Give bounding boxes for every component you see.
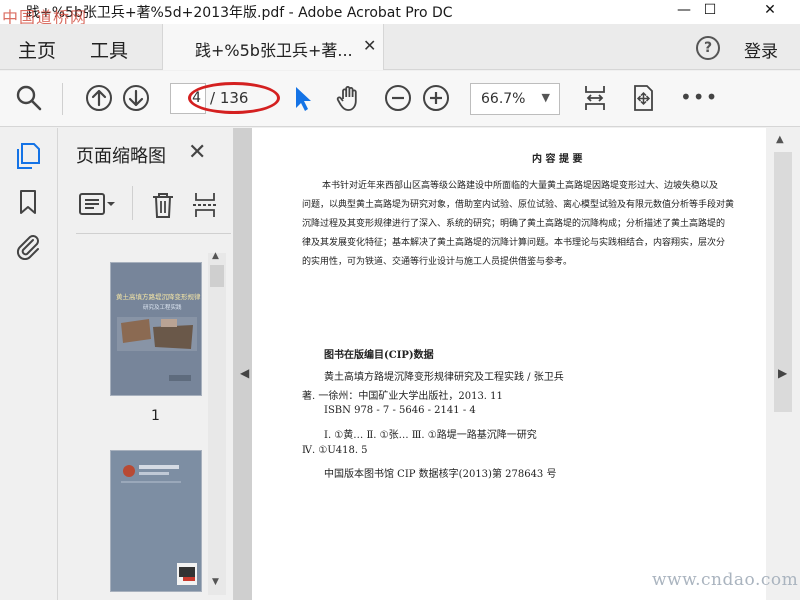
scroll-mode-icon[interactable]: [580, 83, 610, 113]
zoom-select[interactable]: 66.7% ▼: [470, 83, 560, 115]
document-viewer: ◀ 内 容 提 要 本书针对近年来西部山区高等级公路建设中所面临的大量黄土高路堤…: [234, 128, 800, 600]
scroll-down-arrow[interactable]: ▼: [212, 577, 219, 587]
page-thumbnail-2[interactable]: [110, 450, 202, 592]
panel-title: 页面缩略图: [76, 146, 166, 167]
trash-icon[interactable]: [148, 190, 178, 220]
more-tools-button[interactable]: •••: [680, 85, 718, 109]
zoom-in-icon[interactable]: [421, 83, 451, 113]
help-button[interactable]: ?: [696, 36, 720, 60]
tab-document[interactable]: 践+%5b张卫兵+著... ✕: [162, 24, 384, 70]
collapse-left-arrow[interactable]: ◀: [240, 366, 249, 380]
summary-line: 问题，以典型黄土高路堤为研究对象，借助室内试验、原位试验、离心模型试验及有限元数…: [302, 200, 735, 210]
next-page-icon[interactable]: [121, 83, 151, 113]
page-count-highlight: [188, 82, 280, 114]
close-window-button[interactable]: ✕: [750, 0, 790, 24]
select-cursor-icon[interactable]: [288, 83, 318, 113]
panel-toolbar-divider: [76, 233, 231, 234]
scrollbar-thumb[interactable]: [210, 265, 224, 287]
thumbnail-cover-subtitle: 研究及工程实践: [143, 305, 182, 311]
window-title: 践+%5b张卫兵+著%5d+2013年版.pdf - Adobe Acrobat…: [26, 5, 453, 21]
summary-line: 的实用性，可为铁道、交通等行业设计与施工人员提供借鉴与参考。: [302, 257, 573, 267]
prev-page-icon[interactable]: [84, 83, 114, 113]
close-panel-button[interactable]: ✕: [188, 140, 206, 165]
toolbar-divider: [62, 83, 63, 115]
fit-page-icon[interactable]: [628, 83, 658, 113]
login-link[interactable]: 登录: [744, 37, 778, 62]
title-bar: 践+%5b张卫兵+著%5d+2013年版.pdf - Adobe Acrobat…: [0, 0, 800, 24]
panel-divider: [132, 186, 133, 220]
cip-line: Ⅳ. ①U418. 5: [302, 445, 368, 456]
toolbar: 4 / 136 66.7% ▼ •••: [0, 71, 800, 127]
summary-line: 本书针对近年来西部山区高等级公路建设中所面临的大量黄土高路堤因路堤变形过大、边坡…: [322, 181, 719, 191]
attachment-icon[interactable]: [14, 232, 42, 260]
left-rail: [0, 128, 58, 600]
thumbnail-scrollbar[interactable]: ▲ ▼: [208, 251, 226, 595]
page-thumbnail-1[interactable]: 黄土高填方路堤沉降变形规律 研究及工程实践: [110, 262, 202, 396]
insert-page-icon[interactable]: [190, 190, 220, 220]
chevron-down-icon: ▼: [541, 91, 550, 104]
thumbnail-options-icon[interactable]: [78, 190, 118, 218]
tab-home[interactable]: 主页: [18, 36, 56, 63]
zoom-value: 66.7%: [481, 91, 526, 107]
cip-line: ISBN 978 - 7 - 5646 - 2141 - 4: [324, 405, 476, 416]
cip-line: 中国版本图书馆 CIP 数据核字(2013)第 278643 号: [324, 469, 557, 480]
maximize-button[interactable]: ☐: [690, 0, 730, 24]
thumbnail-panel: 页面缩略图 ✕ 黄土高填方路堤沉降变形规律 研究及工程实践 1 ▲ ▼: [58, 128, 234, 600]
cip-line: 著. 一徐州：中国矿业大学出版社，2013. 11: [302, 391, 503, 402]
scroll-up-arrow[interactable]: ▲: [212, 251, 219, 261]
cip-heading: 图书在版编目(CIP)数据: [324, 350, 434, 361]
summary-line: 沉降过程及其变形规律进行了深入、系统的研究；明确了黄土高路堤的沉降构成；分析描述…: [302, 219, 726, 229]
thumbnail-page-number: 1: [151, 408, 160, 424]
document-tab-label: 践+%5b张卫兵+著...: [195, 41, 353, 60]
page-heading: 内 容 提 要: [532, 154, 583, 165]
hand-icon[interactable]: [334, 83, 364, 113]
thumbnail-cover-title: 黄土高填方路堤沉降变形规律: [116, 293, 201, 301]
zoom-out-icon[interactable]: [383, 83, 413, 113]
tab-bar: 主页 工具 践+%5b张卫兵+著... ✕ ? 登录: [0, 24, 800, 70]
tab-tools[interactable]: 工具: [90, 36, 128, 63]
document-scrollbar[interactable]: ▲ ▶: [766, 128, 800, 600]
cip-line: Ⅰ. ①黄… Ⅱ. ①张… Ⅲ. ①路堤一路基沉降一研究: [324, 430, 537, 441]
document-page: 内 容 提 要 本书针对近年来西部山区高等级公路建设中所面临的大量黄土高路堤因路…: [252, 128, 766, 600]
close-tab-button[interactable]: ✕: [363, 36, 376, 55]
bookmark-icon[interactable]: [14, 188, 42, 216]
search-icon[interactable]: [14, 83, 44, 113]
summary-line: 律及其发展变化特征；基本解决了黄土高路堤的沉降计算问题。本书理论与实践相结合，内…: [302, 238, 726, 248]
scroll-up-arrow[interactable]: ▲: [776, 134, 784, 145]
watermark-bottom: www.cndao.com: [652, 570, 799, 590]
cip-line: 黄土高填方路堤沉降变形规律研究及工程实践 / 张卫兵: [324, 372, 564, 383]
page-thumbnails-icon[interactable]: [14, 142, 42, 170]
collapse-right-arrow[interactable]: ▶: [778, 366, 787, 380]
